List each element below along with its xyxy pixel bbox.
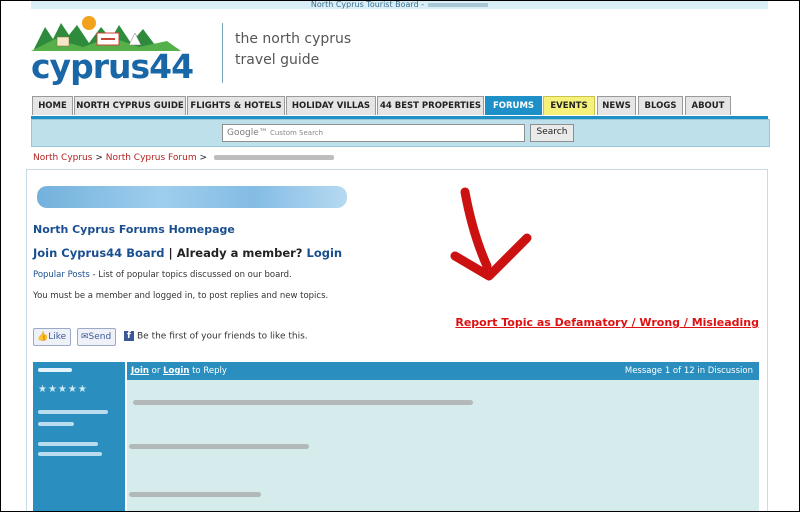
nav-best-properties[interactable]: 44 Best Properties [377, 96, 484, 115]
join-board-link[interactable]: Join Cyprus44 Board [33, 246, 165, 260]
send-label: Send [88, 332, 112, 342]
blurred-topic-crumb [213, 155, 334, 160]
site-logo[interactable]: cyprus44 [31, 13, 211, 86]
forum-content-panel: North Cyprus Forums Homepage Join Cyprus… [26, 169, 768, 511]
site-header: cyprus44 the north cyprus travel guide [31, 11, 768, 91]
tagline-line1: the north cyprus [235, 31, 352, 47]
blurred-topic-title [37, 186, 347, 208]
blurred-message-posted [38, 442, 98, 446]
nav-events[interactable]: Events [543, 96, 595, 115]
fb-like-button[interactable]: 👍Like [33, 328, 72, 346]
message-count: Message 1 of 12 in Discussion [624, 366, 753, 376]
forums-homepage-link[interactable]: North Cyprus Forums Homepage [33, 223, 235, 236]
popular-posts-link[interactable]: Popular Posts [33, 270, 90, 280]
post-reply-links: Join or Login to Reply [131, 362, 227, 380]
post-body: Join or Login to Reply Message 1 of 12 i… [127, 362, 759, 511]
send-icon: ✉ [81, 332, 89, 342]
rating-stars-icon: ★★★★★ [38, 384, 88, 395]
tourist-board-strip: North Cyprus Tourist Board - [31, 1, 768, 9]
tagline-line2: travel guide [235, 52, 320, 68]
blurred-username [38, 368, 72, 372]
report-topic-link[interactable]: Report Topic as Defamatory / Wrong / Mis… [455, 316, 759, 329]
nav-north-cyprus-guide[interactable]: North Cyprus Guide [74, 96, 186, 115]
nav-home[interactable]: Home [32, 96, 73, 115]
popular-posts-line: Popular Posts - List of popular topics d… [33, 270, 292, 280]
nav-about[interactable]: About [685, 96, 731, 115]
blurred-joined [38, 410, 108, 414]
blurred-post-text [129, 444, 309, 449]
popular-posts-desc: - List of popular topics discussed on ou… [92, 270, 292, 280]
search-bar: Google™ Custom Search Search [31, 119, 770, 147]
post-or-text: or [151, 366, 161, 376]
fb-like-text: f Be the first of your friends to like th… [124, 331, 308, 342]
like-label: Like [48, 332, 67, 342]
search-input[interactable]: Google™ Custom Search [222, 124, 525, 142]
join-separator: | [168, 246, 173, 260]
blurred-text [428, 2, 489, 7]
nav-flights-hotels[interactable]: Flights & Hotels [187, 96, 285, 115]
login-link[interactable]: Login [307, 246, 343, 260]
post-login-link[interactable]: Login [163, 366, 189, 376]
site-tagline: the north cyprus travel guide [235, 29, 351, 71]
facebook-icon: f [124, 331, 134, 341]
nav-holiday-villas[interactable]: Holiday Villas [286, 96, 376, 115]
blurred-posted-date [38, 452, 102, 456]
logo-wordmark: cyprus44 [31, 47, 194, 86]
fb-like-message: Be the first of your friends to like thi… [137, 331, 308, 342]
post-to-reply-text: to Reply [192, 366, 227, 376]
member-note: You must be a member and logged in, to p… [33, 291, 329, 301]
fb-send-button[interactable]: ✉Send [77, 328, 117, 346]
thumbs-up-icon: 👍 [37, 332, 49, 342]
tourist-board-text: North Cyprus Tourist Board - [310, 0, 425, 9]
forum-post: ★★★★★ Join or Login to Reply Message 1 o… [33, 362, 759, 511]
search-button[interactable]: Search [530, 124, 574, 142]
main-nav: Home North Cyprus Guide Flights & Hotels… [31, 95, 768, 119]
nav-forums[interactable]: Forums [485, 96, 542, 115]
browser-viewport: North Cyprus Tourist Board - cyprus44 th… [0, 0, 800, 512]
breadcrumb-north-cyprus[interactable]: North Cyprus [33, 153, 92, 163]
nav-blogs[interactable]: Blogs [638, 96, 683, 115]
nav-news[interactable]: News [597, 96, 636, 115]
blurred-post-text [133, 400, 473, 405]
header-divider [222, 23, 223, 83]
join-login-line: Join Cyprus44 Board | Already a member? … [33, 246, 342, 260]
blurred-posts [38, 422, 74, 426]
breadcrumb-separator: > [95, 153, 103, 163]
google-brand-text: Google™ [227, 128, 268, 138]
search-placeholder: Custom Search [269, 129, 324, 137]
breadcrumb-forum[interactable]: North Cyprus Forum [106, 153, 197, 163]
post-author-sidebar: ★★★★★ [33, 362, 125, 511]
red-arrow-icon [450, 187, 532, 281]
blurred-post-text [129, 492, 261, 497]
post-header: Join or Login to Reply Message 1 of 12 i… [127, 362, 759, 380]
breadcrumb-separator: > [199, 153, 208, 163]
post-join-link[interactable]: Join [131, 366, 149, 376]
breadcrumb: North Cyprus > North Cyprus Forum > [33, 153, 334, 163]
already-member-text: Already a member? [176, 246, 303, 260]
